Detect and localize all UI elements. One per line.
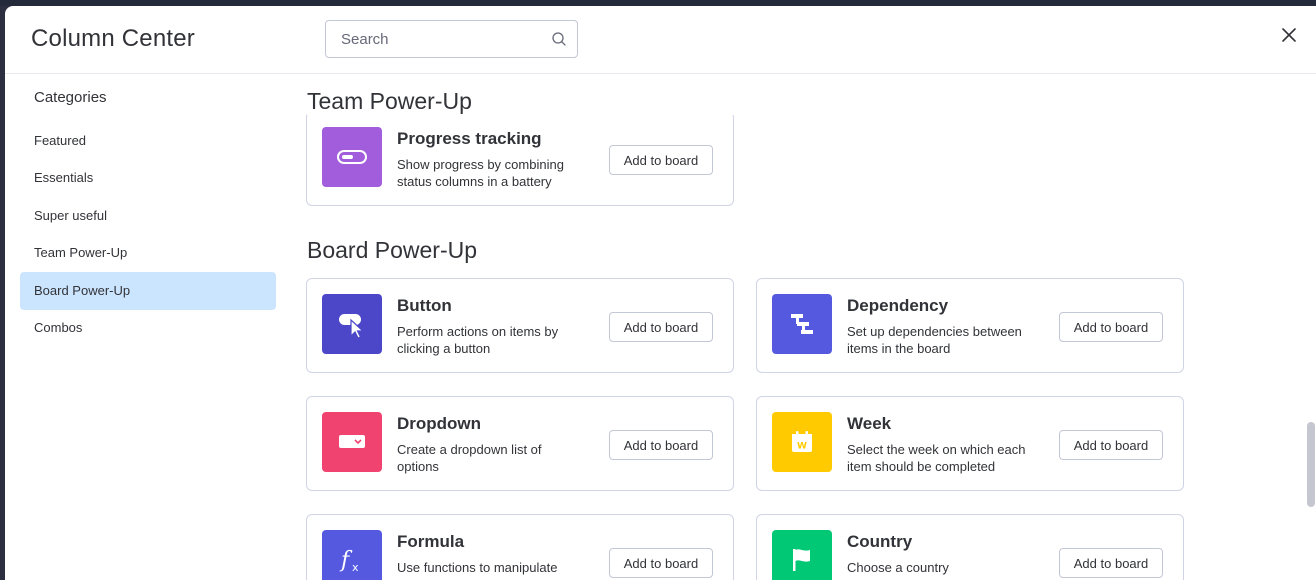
column-card-progress-tracking: Progress tracking Show progress by combi…	[306, 111, 734, 206]
battery-icon	[322, 127, 382, 187]
sidebar-item-team-power-up[interactable]: Team Power-Up	[20, 234, 276, 272]
column-card-dependency: Dependency Set up dependencies between i…	[756, 278, 1184, 373]
card-name: Dependency	[847, 296, 949, 315]
card-description: Create a dropdown list of options	[397, 442, 542, 474]
column-card-week: W Week Select the week on which each ite…	[756, 396, 1184, 491]
sidebar-item-featured[interactable]: Featured	[20, 122, 276, 160]
sidebar-item-combos[interactable]: Combos	[20, 309, 276, 347]
card-name: Button	[397, 296, 452, 315]
formula-icon: fx	[322, 530, 382, 580]
sidebar-item-essentials[interactable]: Essentials	[20, 159, 276, 197]
add-to-board-button[interactable]: Add to board	[609, 430, 713, 460]
section-title-board-power-up: Board Power-Up	[307, 237, 488, 264]
card-description: Select the week on which each item shoul…	[847, 442, 1026, 474]
add-to-board-button[interactable]: Add to board	[609, 145, 713, 175]
card-description: Choose a country	[847, 560, 949, 575]
modal-title: Column Center	[31, 25, 196, 52]
close-icon[interactable]	[1280, 26, 1298, 44]
svg-text:x: x	[352, 561, 359, 574]
columns-list: Progress tracking Show progress by combi…	[305, 74, 1295, 580]
card-name: Formula	[397, 532, 465, 551]
add-to-board-button[interactable]: Add to board	[609, 548, 713, 578]
card-description: Perform actions on items by clicking a b…	[397, 324, 559, 356]
categories-heading: Categories	[34, 89, 107, 106]
column-card-country: Country Choose a country Add to board	[756, 514, 1184, 580]
card-description: Use functions to manipulate	[397, 560, 558, 575]
column-card-dropdown: Dropdown Create a dropdown list of optio…	[306, 396, 734, 491]
add-to-board-button[interactable]: Add to board	[1059, 548, 1163, 578]
search-box[interactable]	[325, 20, 578, 58]
svg-text:W: W	[797, 442, 807, 452]
column-center-modal: Column Center Categories Featured Essent…	[5, 6, 1316, 580]
section-title-team-power-up: Team Power-Up	[307, 88, 747, 115]
column-card-button: Button Perform actions on items by click…	[306, 278, 734, 373]
calendar-week-icon: W	[772, 412, 832, 472]
add-to-board-button[interactable]: Add to board	[609, 312, 713, 342]
flag-icon	[772, 530, 832, 580]
card-name: Progress tracking	[397, 129, 542, 148]
card-name: Dropdown	[397, 414, 482, 433]
scrollbar-thumb[interactable]	[1307, 422, 1315, 507]
modal-header: Column Center	[5, 6, 1316, 74]
svg-text:f: f	[339, 548, 353, 573]
column-card-formula: fx Formula Use functions to manipulate A…	[306, 514, 734, 580]
search-input[interactable]	[326, 21, 536, 57]
sidebar-item-board-power-up[interactable]: Board Power-Up	[20, 272, 276, 310]
button-click-icon	[322, 294, 382, 354]
search-icon[interactable]	[551, 31, 567, 47]
add-to-board-button[interactable]: Add to board	[1059, 430, 1163, 460]
dropdown-icon	[322, 412, 382, 472]
card-description: Show progress by combining status column…	[397, 157, 564, 189]
scrollbar[interactable]	[1306, 74, 1316, 580]
card-description: Set up dependencies between items in the…	[847, 324, 1022, 356]
card-name: Country	[847, 532, 913, 551]
sidebar-item-super-useful[interactable]: Super useful	[20, 197, 276, 235]
card-name: Week	[847, 414, 892, 433]
dependency-icon	[772, 294, 832, 354]
add-to-board-button[interactable]: Add to board	[1059, 312, 1163, 342]
